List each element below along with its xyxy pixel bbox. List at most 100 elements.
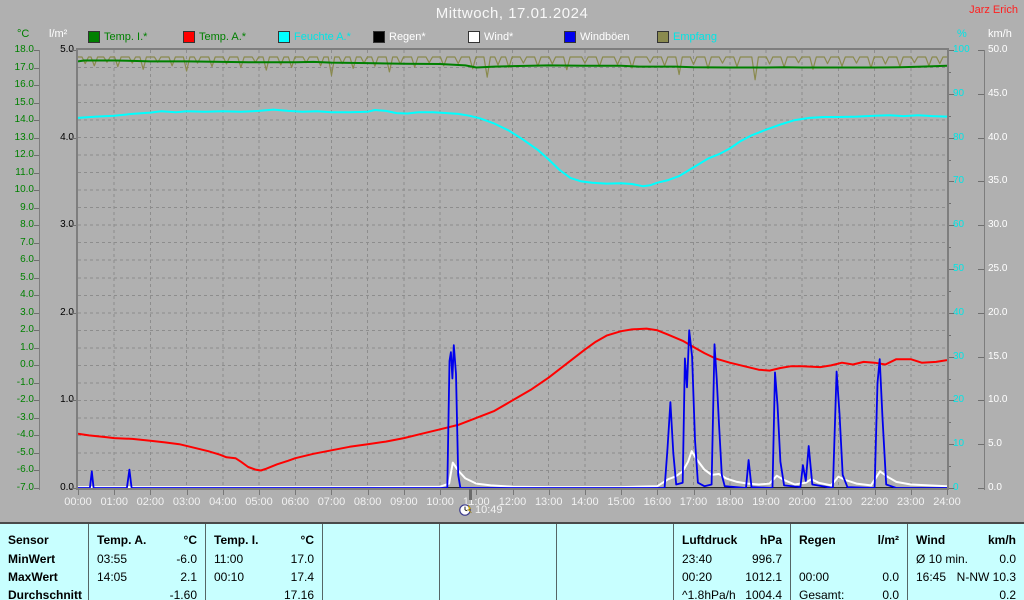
humidity-axis-label: 20 <box>953 394 965 406</box>
user-name-label: Jarz Erich <box>969 4 1018 16</box>
temp-axis-label: -7.0 <box>16 482 34 493</box>
time-label: 14:00 <box>571 496 599 508</box>
time-tick <box>476 489 478 495</box>
wind-axis-tick <box>978 181 984 183</box>
time-tick <box>910 489 912 495</box>
legend-swatch-icon <box>657 31 669 43</box>
weather-chart <box>78 50 947 488</box>
temp-axis-tick <box>34 102 39 104</box>
time-label: 10:00 <box>426 496 454 508</box>
time-tick <box>367 489 369 495</box>
table-cell: 1004.4 <box>745 588 782 600</box>
time-label: 13:00 <box>534 496 563 508</box>
table-separator <box>439 524 440 600</box>
temp-axis-tick <box>34 85 39 87</box>
legend-label: Windböen <box>580 31 630 43</box>
time-tick <box>947 489 948 495</box>
series-temp-a- <box>78 327 947 472</box>
table-cell: km/h <box>987 533 1016 547</box>
wind-axis-tick <box>978 444 984 446</box>
time-tick <box>584 489 586 495</box>
time-label: 23:00 <box>897 496 925 508</box>
temp-axis-label: -3.0 <box>16 411 34 423</box>
wind-axis-label: 20.0 <box>988 306 1008 318</box>
legend-label: Empfang <box>673 31 718 43</box>
legend-item-temp-a-[interactable]: Temp. A.* <box>183 31 246 43</box>
time-tick <box>657 489 659 495</box>
table-cell: 17.0 <box>290 552 314 566</box>
time-tick <box>874 489 876 495</box>
current-time-tick <box>469 489 472 500</box>
time-tick <box>259 489 261 495</box>
wind-axis-tick <box>978 93 984 95</box>
wind-axis-label: 15.0 <box>988 350 1008 362</box>
table-cell: Durchschnitt <box>8 588 83 600</box>
time-label: 03:00 <box>172 496 201 508</box>
temp-axis-tick <box>34 155 39 157</box>
table-cell: MinWert <box>8 552 56 566</box>
temp-axis-tick <box>34 260 39 262</box>
table-cell: 1012.1 <box>745 570 782 584</box>
time-tick <box>765 489 767 495</box>
humidity-axis-label: 100 <box>953 44 970 55</box>
legend-label: Wind* <box>484 31 514 43</box>
time-tick <box>729 489 731 495</box>
temp-axis-label: 16.0 <box>14 79 34 91</box>
temp-axis-label: 10.0 <box>14 184 34 196</box>
wind-axis-label: 0.0 <box>988 482 1002 493</box>
temp-axis-label: 14.0 <box>14 114 34 126</box>
temp-axis-label: 1.0 <box>20 341 34 353</box>
time-label: 06:00 <box>281 496 310 508</box>
wind-axis-tick <box>978 269 984 270</box>
axis-unit-celsius: °C <box>17 28 30 40</box>
legend-item-regen-[interactable]: Regen* <box>373 31 426 43</box>
time-label: 02:00 <box>136 496 165 508</box>
table-cell: Sensor <box>8 533 49 547</box>
axis-unit-rain: l/m² <box>49 28 68 40</box>
wind-axis-tick <box>978 50 984 51</box>
legend-item-windb-en[interactable]: Windböen <box>564 31 630 43</box>
time-label: 01:00 <box>100 496 128 508</box>
temp-axis-tick <box>34 190 39 192</box>
marker-time: 10:49 <box>475 504 503 516</box>
time-tick <box>512 489 514 495</box>
temp-axis-label: 0.0 <box>20 359 34 371</box>
temp-axis-label: -6.0 <box>16 464 34 476</box>
table-separator <box>556 524 557 600</box>
time-tick <box>150 489 152 495</box>
time-tick <box>440 489 442 495</box>
axis-unit-humidity: % <box>957 28 967 40</box>
temp-axis-label: -1.0 <box>16 376 34 388</box>
wind-axis-label: 10.0 <box>988 394 1008 406</box>
time-tick <box>78 489 79 495</box>
time-tick <box>222 489 224 495</box>
wind-axis-tick <box>978 356 984 358</box>
table-separator <box>88 524 89 600</box>
table-cell: °C <box>300 533 314 547</box>
time-label: 21:00 <box>824 496 853 508</box>
time-tick <box>295 489 297 495</box>
temp-axis-line <box>39 50 40 490</box>
temp-axis-label: 6.0 <box>20 254 34 266</box>
humidity-axis-label: 40 <box>953 306 965 318</box>
legend-item-feuchte-a-[interactable]: Feuchte A.* <box>278 31 351 43</box>
time-tick <box>331 489 333 495</box>
wind-axis-tick <box>978 225 984 227</box>
table-separator <box>907 524 908 600</box>
table-separator <box>673 524 674 600</box>
table-cell: -6.0 <box>176 552 197 566</box>
table-cell: hPa <box>759 533 782 547</box>
temp-axis-label: 8.0 <box>20 219 34 231</box>
temp-axis-label: 4.0 <box>20 289 34 301</box>
legend-item-wind-[interactable]: Wind* <box>468 31 513 43</box>
temp-axis-tick <box>34 382 39 384</box>
time-tick <box>548 489 550 495</box>
wind-axis-line <box>984 50 985 490</box>
legend-item-temp-i-[interactable]: Temp. I.* <box>88 31 147 43</box>
wind-axis-tick <box>978 137 984 139</box>
temp-axis-tick <box>34 365 39 367</box>
time-tick <box>114 489 116 495</box>
legend-swatch-icon <box>278 31 290 43</box>
temp-axis-tick <box>34 242 39 244</box>
legend-item-empfang[interactable]: Empfang <box>657 31 717 43</box>
